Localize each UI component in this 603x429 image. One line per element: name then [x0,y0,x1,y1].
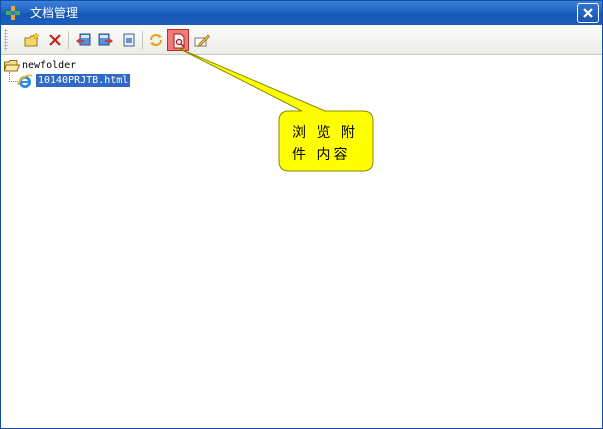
tooltip-text: 浏 览 附 件 内容 [292,125,358,163]
tooltip-callout [177,47,374,172]
document-manager-window: 文档管理 newfolder 10140PRJTB.html 浏 览 附 件 内… [0,0,603,429]
